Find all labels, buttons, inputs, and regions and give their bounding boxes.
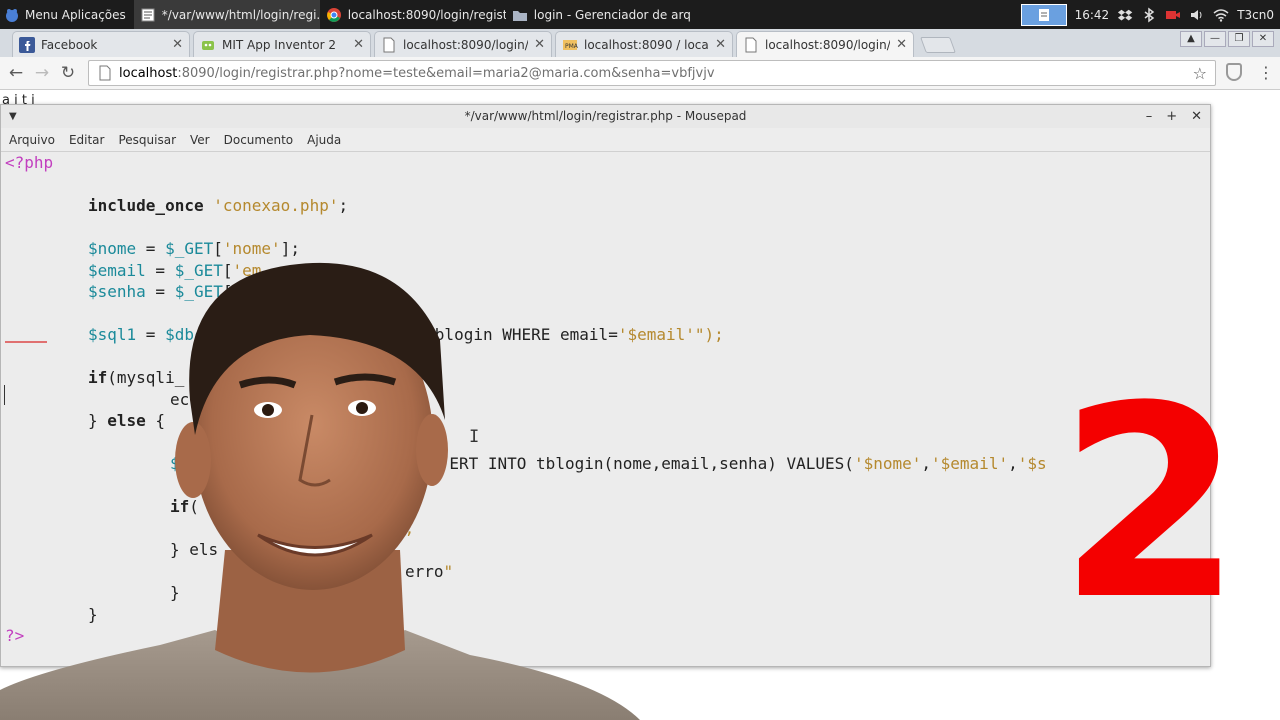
- app-inventor-icon: [202, 40, 214, 50]
- reload-icon[interactable]: ↻: [55, 63, 81, 83]
- phpmyadmin-icon: PMA: [563, 39, 578, 50]
- close-icon[interactable]: ✕: [896, 37, 907, 52]
- applications-menu-button[interactable]: Menu Aplicações: [0, 0, 134, 29]
- browser-tab-strip: Facebook ✕ MIT App Inventor 2 ✕ localhos…: [0, 29, 1280, 57]
- screen: { "taskbar": { "menu_label": "Menu Aplic…: [0, 0, 1280, 720]
- window-menu-icon[interactable]: ▼: [9, 105, 17, 128]
- close-icon[interactable]: ✕: [353, 37, 364, 52]
- menu-arquivo[interactable]: Arquivo: [9, 133, 55, 147]
- minimize-icon[interactable]: –: [1146, 105, 1153, 128]
- svg-text:PMA: PMA: [565, 43, 578, 50]
- tab-facebook[interactable]: Facebook ✕: [12, 31, 190, 57]
- browser-toolbar: ← → ↻ localhost:8090/login/registrar.php…: [0, 57, 1280, 90]
- minimize-icon[interactable]: —: [1204, 31, 1226, 47]
- tab-phpmyadmin[interactable]: PMA localhost:8090 / localh ✕: [555, 31, 733, 57]
- new-tab-button[interactable]: [920, 37, 956, 53]
- left-ear: [175, 422, 211, 498]
- tab-label: localhost:8090 / localh: [584, 37, 710, 52]
- notepad-icon: [1038, 8, 1049, 21]
- task-file-manager[interactable]: login - Gerenciador de arq...: [506, 0, 692, 29]
- bluetooth-icon[interactable]: [1141, 7, 1157, 23]
- menu-ajuda[interactable]: Ajuda: [307, 133, 341, 147]
- tab-label: Facebook: [41, 37, 98, 52]
- right-ear: [416, 414, 448, 486]
- mousepad-titlebar[interactable]: ▼ */var/www/html/login/registrar.php - M…: [1, 105, 1210, 128]
- address-bar[interactable]: localhost:8090/login/registrar.php?nome=…: [88, 60, 1216, 86]
- bookmark-star-icon[interactable]: ☆: [1193, 64, 1207, 83]
- system-tray: 16:42 T3cn0: [1020, 0, 1280, 29]
- wifi-icon[interactable]: [1213, 7, 1229, 23]
- tab-label: localhost:8090/login/lo: [403, 37, 529, 52]
- url-path: :8090/login/registrar.php?nome=teste&ema…: [177, 65, 715, 81]
- tab-login-lo[interactable]: localhost:8090/login/lo ✕: [374, 31, 552, 57]
- url-host: localhost: [119, 65, 178, 81]
- clock[interactable]: 16:42: [1075, 8, 1110, 22]
- menu-editar[interactable]: Editar: [69, 133, 105, 147]
- applications-menu-label: Menu Aplicações: [25, 7, 126, 22]
- tab-app-inventor[interactable]: MIT App Inventor 2 ✕: [193, 31, 371, 57]
- system-taskbar: Menu Aplicações */var/www/html/login/reg…: [0, 0, 1280, 29]
- folder-icon: [512, 10, 527, 21]
- presenter-webcam-overlay: [0, 262, 640, 720]
- menu-pesquisar[interactable]: Pesquisar: [118, 133, 176, 147]
- tab-label: localhost:8090/login/re: [765, 37, 891, 52]
- tab-registrar-active[interactable]: localhost:8090/login/re ✕: [736, 31, 914, 57]
- close-icon[interactable]: ✕: [172, 37, 183, 52]
- mousepad-menubar: Arquivo Editar Pesquisar Ver Documento A…: [1, 128, 1210, 152]
- xfce-mouse-icon: [6, 8, 18, 22]
- mousepad-title: */var/www/html/login/registrar.php - Mou…: [464, 109, 747, 123]
- page-icon: [383, 37, 395, 52]
- menu-documento[interactable]: Documento: [224, 133, 294, 147]
- mousepad-icon: [141, 8, 155, 21]
- episode-number: 2: [1058, 350, 1242, 658]
- code-line: include_once 'conexao.php';: [88, 196, 349, 215]
- task-chrome-label: localhost:8090/login/regist...: [347, 7, 506, 22]
- page-info-icon[interactable]: [97, 65, 113, 81]
- tab-label: MIT App Inventor 2: [222, 37, 336, 52]
- restore-icon[interactable]: ❐: [1228, 31, 1250, 47]
- chrome-icon: [326, 7, 341, 22]
- task-chrome[interactable]: localhost:8090/login/regist...: [320, 0, 506, 29]
- browser-window-controls: ▲ — ❐ ✕: [1180, 31, 1274, 47]
- workspace-switcher[interactable]: [1020, 3, 1067, 26]
- forward-arrow-icon[interactable]: →: [29, 63, 55, 83]
- close-icon[interactable]: ✕: [1191, 105, 1202, 128]
- volume-icon[interactable]: [1189, 7, 1205, 23]
- chrome-menu-icon[interactable]: ⋮: [1258, 63, 1274, 82]
- page-icon: [745, 37, 757, 52]
- extension-shield-icon[interactable]: [1226, 63, 1242, 81]
- record-icon[interactable]: [1165, 7, 1181, 23]
- back-arrow-icon[interactable]: ←: [3, 63, 29, 83]
- facebook-icon: [19, 36, 35, 53]
- close-icon[interactable]: ✕: [715, 37, 726, 52]
- user-name[interactable]: T3cn0: [1237, 8, 1274, 22]
- dropbox-icon[interactable]: [1117, 7, 1133, 23]
- task-mousepad-label: */var/www/html/login/regi...: [161, 7, 320, 22]
- menu-ver[interactable]: Ver: [190, 133, 210, 147]
- task-file-manager-label: login - Gerenciador de arq...: [533, 7, 692, 22]
- close-window-icon[interactable]: ✕: [1252, 31, 1274, 47]
- close-icon[interactable]: ✕: [534, 37, 545, 52]
- code-line: <?php: [5, 153, 54, 172]
- maximize-icon[interactable]: +: [1166, 105, 1177, 128]
- profile-icon[interactable]: ▲: [1180, 31, 1202, 47]
- task-mousepad[interactable]: */var/www/html/login/regi...: [133, 0, 320, 29]
